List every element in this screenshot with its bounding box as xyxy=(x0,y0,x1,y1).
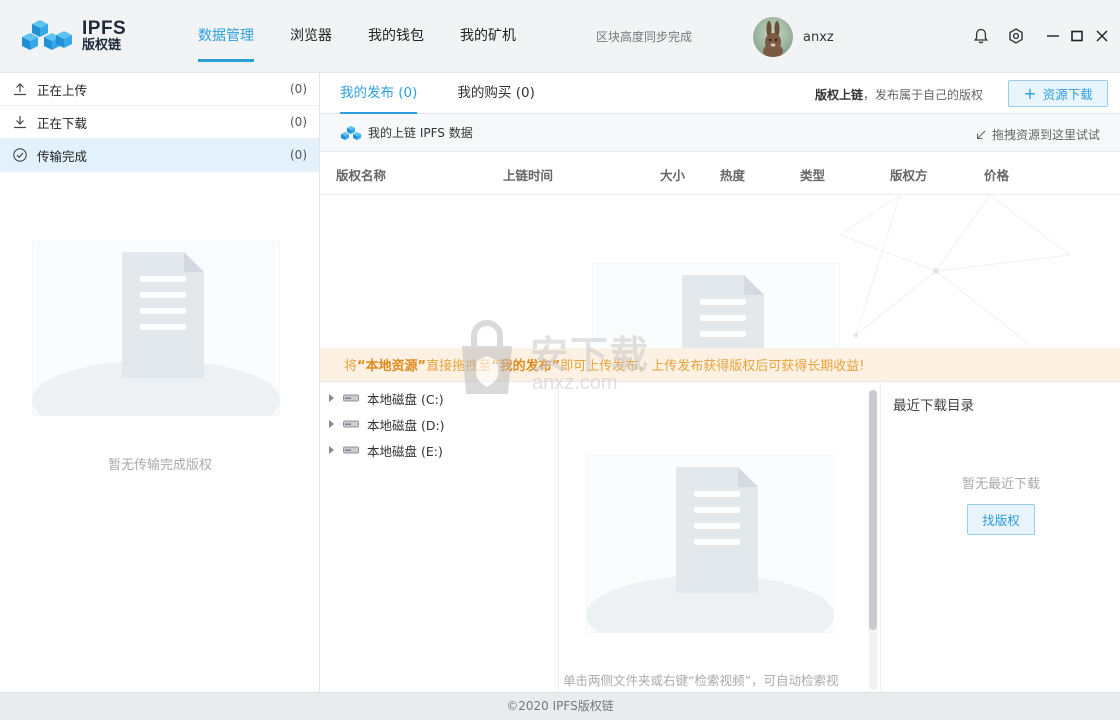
watermark-domain: anxz.com xyxy=(532,372,618,394)
transfer-label: 正在下载 xyxy=(37,115,88,131)
title-bar: IPFS 版权链 数据管理 浏览器 我的钱包 我的矿机 区块高度同步完成 anx… xyxy=(0,0,1120,73)
column-header[interactable]: 版权名称 xyxy=(336,165,386,184)
transfer-panel: 正在上传 (0) 正在下载 (0) 传输完成 (0) 暂无传输完成版权 xyxy=(0,73,320,692)
disk-d[interactable]: 本地磁盘 (D:) xyxy=(320,411,558,437)
disk-drive-icon xyxy=(343,394,359,402)
nav-miner[interactable]: 我的矿机 xyxy=(460,0,516,73)
expand-caret-icon[interactable] xyxy=(329,420,334,428)
transfer-completed[interactable]: 传输完成 (0) xyxy=(0,139,319,172)
upload-hint-desc: ，发布属于自己的版权 xyxy=(862,88,983,102)
footer: ©2020 IPFS版权链 xyxy=(0,692,1120,720)
tab-my-publish[interactable]: 我的发布 (0) xyxy=(340,72,418,114)
resource-download-label: 资源下载 xyxy=(1042,87,1093,102)
network-background-graphic xyxy=(839,195,1071,346)
settings-icon[interactable] xyxy=(1007,27,1025,45)
app-logo: IPFS 版权链 xyxy=(22,18,126,54)
scrollbar[interactable] xyxy=(869,390,877,690)
file-browser-pane: 单击两侧文件夹或右键“检索视频”，可自动检索视 xyxy=(559,383,880,692)
plus-icon: + xyxy=(1023,83,1037,103)
disk-drive-icon xyxy=(343,420,359,428)
tab-my-purchase[interactable]: 我的购买 (0) xyxy=(457,72,534,113)
expand-caret-icon[interactable] xyxy=(329,394,334,402)
nav-browser[interactable]: 浏览器 xyxy=(290,0,332,73)
nav-data-management[interactable]: 数据管理 xyxy=(198,0,254,73)
find-copyright-button[interactable]: 找版权 xyxy=(967,504,1035,535)
transfer-label: 传输完成 xyxy=(37,148,88,164)
empty-transfer-text: 暂无传输完成版权 xyxy=(107,458,212,473)
bell-icon[interactable] xyxy=(972,27,990,45)
recent-empty-text: 暂无最近下载 xyxy=(961,477,1040,492)
ipfs-cubes-icon xyxy=(341,125,361,140)
upload-icon xyxy=(14,83,26,96)
column-header[interactable]: 上链时间 xyxy=(503,165,553,184)
nav-wallet[interactable]: 我的钱包 xyxy=(368,0,424,73)
banner-text-1: 将 xyxy=(344,359,358,374)
publish-tabs: 我的发布 (0) 我的购买 (0) 版权上链，发布属于自己的版权 + 资源下载 xyxy=(320,73,1120,114)
recent-downloads-panel: 最近下载目录 暂无最近下载 找版权 xyxy=(880,383,1120,692)
disk-e[interactable]: 本地磁盘 (E:) xyxy=(320,437,558,463)
drag-hint: 拖拽资源到这里试试 xyxy=(975,126,1100,143)
download-icon xyxy=(14,116,26,129)
resource-download-button[interactable]: + 资源下载 xyxy=(1008,80,1108,107)
transfer-count: (0) xyxy=(290,148,307,162)
transfer-uploading[interactable]: 正在上传 (0) xyxy=(0,73,319,106)
rabbit-avatar-icon xyxy=(763,21,783,57)
column-header[interactable]: 类型 xyxy=(800,165,825,184)
scrollbar-thumb[interactable] xyxy=(869,390,877,630)
drag-tip-banner: 将 “本地资源” 直接拖拽至 “我的发布” 即可上传发布，上传发布获得版权后可获… xyxy=(320,348,1120,382)
ipfs-data-label: 我的上链 IPFS 数据 xyxy=(368,126,473,140)
column-header[interactable]: 大小 xyxy=(660,165,685,184)
recent-downloads-title: 最近下载目录 xyxy=(893,398,974,414)
column-header[interactable]: 热度 xyxy=(720,165,745,184)
app-subtitle: 版权链 xyxy=(82,38,122,54)
close-icon[interactable] xyxy=(1093,27,1111,45)
shield-bag-icon xyxy=(462,320,512,394)
banner-highlight-1: “本地资源” xyxy=(357,359,427,374)
column-header[interactable]: 价格 xyxy=(984,165,1009,184)
minimize-icon[interactable] xyxy=(1044,27,1062,45)
empty-document-illustration xyxy=(586,455,834,633)
disk-label: 本地磁盘 (E:) xyxy=(367,443,443,459)
transfer-count: (0) xyxy=(290,115,307,129)
arrow-down-left-icon xyxy=(976,130,986,139)
main-nav: 数据管理 浏览器 我的钱包 我的矿机 xyxy=(198,0,552,73)
user-profile[interactable]: anxz xyxy=(753,17,834,57)
ipfs-data-bar: 我的上链 IPFS 数据 拖拽资源到这里试试 xyxy=(320,114,1120,152)
app-window: IPFS 版权链 数据管理 浏览器 我的钱包 我的矿机 区块高度同步完成 anx… xyxy=(0,0,1120,720)
upload-hint: 版权上链，发布属于自己的版权 xyxy=(815,86,983,103)
transfer-label: 正在上传 xyxy=(37,82,88,98)
drag-hint-text: 拖拽资源到这里试试 xyxy=(991,128,1100,142)
watermark: 安下载 anxz.com xyxy=(452,320,672,400)
search-video-hint: 单击两侧文件夹或右键“检索视频”，可自动检索视 xyxy=(563,673,839,688)
check-circle-icon xyxy=(13,148,27,162)
local-disk-tree: 本地磁盘 (C:) 本地磁盘 (D:) 本地磁盘 (E:) xyxy=(320,383,559,692)
cubes-logo-icon xyxy=(22,20,72,50)
watermark-text: 安下载 xyxy=(530,333,651,377)
disk-label: 本地磁盘 (C:) xyxy=(367,391,444,407)
empty-document-illustration xyxy=(32,240,280,416)
sync-status: 区块高度同步完成 xyxy=(596,30,693,44)
table-header: 版权名称 上链时间 大小 热度 类型 版权方 价格 xyxy=(320,152,1120,195)
maximize-icon[interactable] xyxy=(1068,27,1086,45)
transfer-count: (0) xyxy=(290,82,307,96)
username[interactable]: anxz xyxy=(803,30,834,45)
column-header[interactable]: 版权方 xyxy=(890,165,928,184)
disk-label: 本地磁盘 (D:) xyxy=(367,417,445,433)
upload-hint-title: 版权上链 xyxy=(814,88,863,102)
publish-table-body xyxy=(320,195,1120,348)
transfer-downloading[interactable]: 正在下载 (0) xyxy=(0,106,319,139)
expand-caret-icon[interactable] xyxy=(329,446,334,454)
disk-drive-icon xyxy=(343,446,359,454)
app-title: IPFS xyxy=(82,18,127,40)
avatar[interactable] xyxy=(753,17,793,57)
